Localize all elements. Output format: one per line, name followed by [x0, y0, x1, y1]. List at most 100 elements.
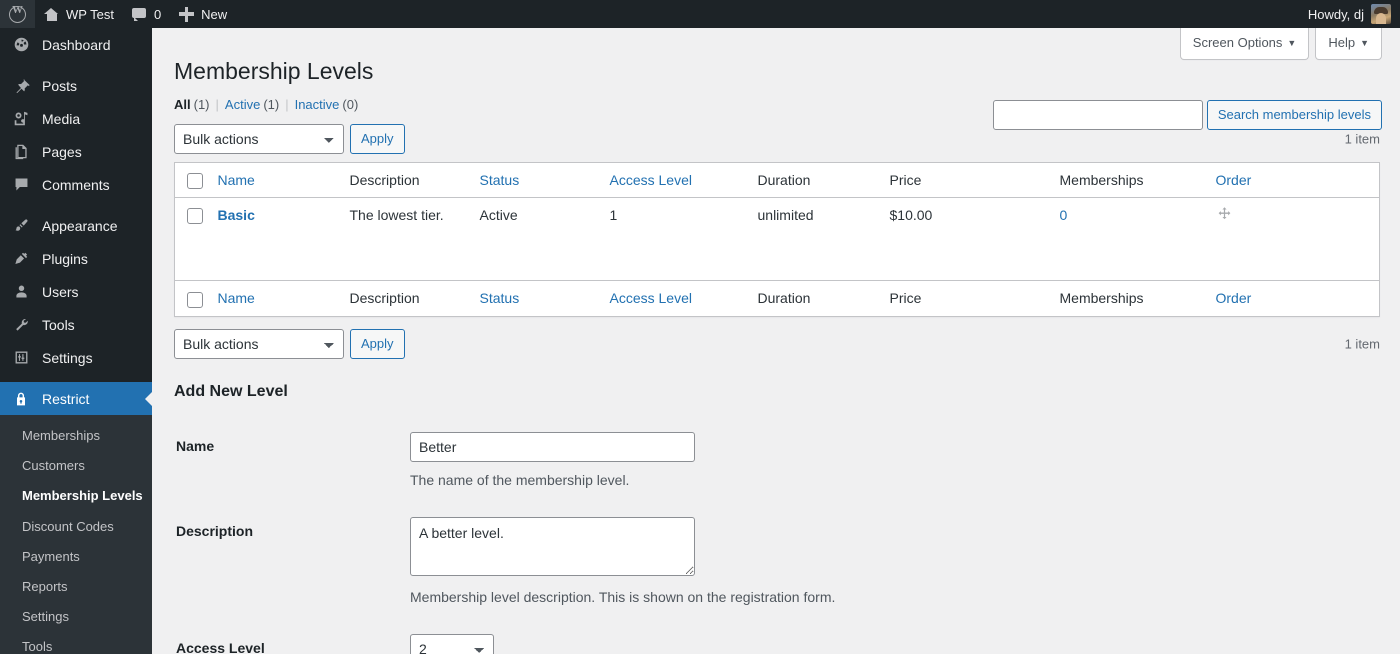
sort-status-link-bottom[interactable]: Status [480, 290, 520, 306]
sort-name-link-bottom[interactable]: Name [218, 290, 255, 306]
sidebar-item-comments[interactable]: Comments [0, 168, 152, 201]
level-name-link[interactable]: Basic [218, 207, 255, 223]
label-name: Name [176, 437, 215, 454]
sort-name-link[interactable]: Name [218, 172, 255, 188]
bulk-actions-bottom: Bulk actions Apply [174, 328, 405, 359]
sidebar-item-label: Appearance [42, 217, 118, 234]
sidebar-item-users[interactable]: Users [0, 275, 152, 308]
chevron-down-icon: ▼ [1360, 38, 1369, 48]
cell-memberships: 0 [1050, 198, 1206, 237]
row-checkbox[interactable] [187, 208, 203, 225]
sidebar-item-restrict[interactable]: Restrict [0, 382, 152, 415]
move-drag-icon[interactable] [1216, 207, 1233, 226]
help-label: Help [1328, 35, 1356, 50]
new-label: New [201, 6, 228, 22]
view-all-link[interactable]: All [174, 97, 191, 112]
sidebar-item-label: Settings [42, 349, 93, 366]
sort-order-link-bottom[interactable]: Order [1216, 290, 1252, 306]
screen-options-label: Screen Options [1192, 35, 1283, 50]
sidebar-subitem-memberships[interactable]: Memberships [0, 421, 152, 451]
bulk-actions-select-bottom[interactable]: Bulk actions [174, 328, 344, 359]
column-header-price: Price [879, 162, 1050, 199]
name-description: The name of the membership level. [410, 471, 630, 488]
pages-icon [11, 142, 31, 162]
sidebar-subitem-payments[interactable]: Payments [0, 542, 152, 572]
sidebar-subitem-reports[interactable]: Reports [0, 572, 152, 602]
sidebar-subitem-tools[interactable]: Tools [0, 632, 152, 654]
sidebar-item-dashboard[interactable]: Dashboard [0, 28, 152, 61]
displaying-num-bottom: 1 item [1344, 336, 1380, 352]
wp-logo-menu[interactable] [0, 0, 35, 28]
select-all-checkbox-top[interactable] [187, 173, 203, 190]
sidebar-subitem-settings[interactable]: Settings [0, 602, 152, 632]
sidebar-subitem-discount-codes[interactable]: Discount Codes [0, 512, 152, 542]
page-wrap: Membership Levels All (1) | Active (1) |… [152, 48, 1400, 654]
site-name-menu[interactable]: WP Test [35, 0, 123, 28]
column-header-description: Description [339, 162, 470, 199]
sidebar-item-pages[interactable]: Pages [0, 135, 152, 168]
sidebar-item-label: Dashboard [42, 36, 111, 53]
howdy-label: Howdy, dj [1307, 6, 1364, 22]
paintbrush-icon [11, 216, 31, 236]
description-textarea[interactable] [410, 516, 695, 576]
name-input[interactable] [410, 431, 695, 462]
view-active: Active (1) | [225, 97, 295, 112]
sidebar-separator [0, 201, 152, 209]
column-header-access-level: Access Level [599, 162, 748, 199]
comments-menu[interactable]: 0 [123, 0, 170, 28]
screen-options-button[interactable]: Screen Options ▼ [1179, 28, 1310, 60]
field-description-cell: Membership level description. This is sh… [400, 504, 1380, 621]
sort-order-link[interactable]: Order [1216, 172, 1252, 188]
wordpress-logo-icon [9, 4, 26, 23]
table-footer-row: Name Description Status Access Level Dur… [174, 280, 1380, 317]
sidebar-item-settings[interactable]: Settings [0, 341, 152, 374]
sidebar-item-label: Restrict [42, 390, 90, 407]
column-header-memberships: Memberships [1049, 162, 1206, 199]
sidebar-item-appearance[interactable]: Appearance [0, 209, 152, 242]
sidebar-item-media[interactable]: Media [0, 102, 152, 135]
tablenav-top: Bulk actions Apply 1 item [174, 123, 1380, 154]
sidebar-separator [0, 374, 152, 382]
table-body: Basic The lowest tier. Active 1 unlimite… [174, 197, 1380, 281]
form-row-description: Description Membership level description… [174, 504, 1380, 621]
sidebar-subitem-membership-levels[interactable]: Membership Levels [0, 481, 152, 511]
sidebar-item-posts[interactable]: Posts [0, 69, 152, 102]
sidebar-item-label: Pages [42, 143, 82, 160]
select-all-header-bottom [174, 280, 208, 317]
sort-status-link[interactable]: Status [480, 172, 520, 188]
user-icon [11, 282, 31, 302]
pin-icon [11, 76, 31, 96]
apply-button-top[interactable]: Apply [350, 123, 405, 154]
sort-access-level-link-bottom[interactable]: Access Level [610, 290, 692, 306]
column-footer-duration: Duration [747, 280, 880, 317]
column-header-order: Order [1205, 162, 1380, 199]
access-level-select[interactable]: 2 [410, 633, 494, 654]
new-content-menu[interactable]: New [170, 0, 236, 28]
view-all-count: (1) [193, 96, 210, 112]
sidebar-subitem-customers[interactable]: Customers [0, 451, 152, 481]
sort-access-level-link[interactable]: Access Level [610, 172, 692, 188]
comment-bubble-icon [11, 175, 31, 195]
bulk-actions-top: Bulk actions Apply [174, 123, 405, 154]
column-footer-description: Description [339, 280, 470, 317]
cell-description: The lowest tier. [349, 207, 444, 224]
displaying-num-top: 1 item [1344, 131, 1380, 147]
table-head: Name Description Status Access Level Dur… [174, 162, 1380, 199]
view-inactive-link[interactable]: Inactive [295, 97, 340, 112]
sidebar-item-tools[interactable]: Tools [0, 308, 152, 341]
form-body: Name The name of the membership level. D… [174, 419, 1380, 654]
my-account-menu[interactable]: Howdy, dj [1299, 0, 1400, 28]
memberships-count-link[interactable]: 0 [1060, 207, 1068, 223]
help-button[interactable]: Help ▼ [1315, 28, 1382, 60]
column-footer-access-level: Access Level [599, 280, 748, 317]
apply-button-bottom[interactable]: Apply [350, 328, 405, 359]
bulk-actions-select-top[interactable]: Bulk actions [174, 123, 344, 154]
sidebar-item-label: Comments [42, 176, 110, 193]
sidebar-item-label: Tools [42, 316, 75, 333]
view-active-link[interactable]: Active [225, 97, 260, 112]
select-all-checkbox-bottom[interactable] [187, 291, 203, 308]
dashboard-icon [11, 35, 31, 55]
column-header-status: Status [469, 162, 600, 199]
view-active-count: (1) [263, 96, 280, 112]
sidebar-item-plugins[interactable]: Plugins [0, 242, 152, 275]
